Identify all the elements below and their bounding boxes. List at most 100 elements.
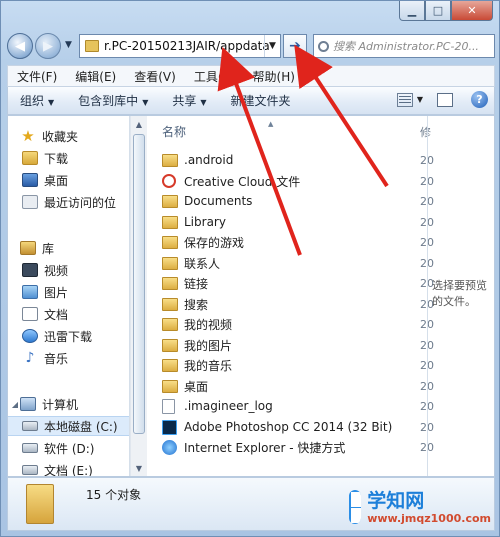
- address-path[interactable]: r.PC-20150213JAIR/appdata: [104, 39, 270, 53]
- file-name: Library: [184, 215, 226, 229]
- videos-icon: [22, 263, 38, 277]
- nav-item-label: 本地磁盘 (C:): [44, 419, 118, 434]
- nav-item-drive-d[interactable]: 软件 (D:): [8, 438, 129, 458]
- list-item[interactable]: 我的音乐: [162, 355, 418, 375]
- nav-item-label: 桌面: [44, 173, 69, 188]
- menu-file[interactable]: 文件(F): [8, 68, 66, 85]
- search-input[interactable]: 搜索 Administrator.PC-20...: [313, 34, 495, 58]
- thunder-icon: [22, 329, 38, 343]
- menu-help[interactable]: 帮助(H): [244, 68, 304, 85]
- list-item[interactable]: Documents: [162, 191, 418, 211]
- desktop-folder-icon: [162, 379, 178, 393]
- contacts-icon: [162, 256, 178, 270]
- file-name: 桌面: [184, 379, 209, 394]
- scrollbar-thumb[interactable]: [133, 134, 145, 434]
- nav-favorites[interactable]: ★ 收藏夹: [8, 126, 129, 146]
- file-name: 我的图片: [184, 338, 233, 353]
- folder-icon: [162, 358, 178, 372]
- share-button[interactable]: 共享 ▼: [160, 92, 218, 109]
- nav-libraries[interactable]: 库: [8, 238, 129, 258]
- menu-bar: 文件(F) 编辑(E) 查看(V) 工具(T) 帮助(H): [7, 65, 495, 87]
- nav-item-label: 下载: [44, 151, 69, 166]
- nav-item-documents[interactable]: 文档: [8, 304, 129, 324]
- new-folder-button[interactable]: 新建文件夹: [219, 92, 303, 109]
- close-button[interactable]: ✕: [451, 1, 493, 21]
- list-item[interactable]: .imagineer_log: [162, 396, 418, 416]
- minimize-button[interactable]: ▁: [399, 1, 425, 21]
- nav-computer-label: 计算机: [42, 397, 79, 412]
- scroll-down-icon[interactable]: ▼: [131, 460, 147, 476]
- item-count: 15 个对象: [86, 488, 142, 502]
- list-item[interactable]: 保存的游戏: [162, 232, 418, 252]
- desktop-icon: [22, 173, 38, 187]
- share-label: 共享: [172, 94, 197, 108]
- nav-item-pictures[interactable]: 图片: [8, 282, 129, 302]
- list-item[interactable]: 我的图片: [162, 335, 418, 355]
- address-dropdown-button[interactable]: ▼: [264, 35, 280, 57]
- go-button[interactable]: ➔: [283, 34, 307, 58]
- recent-places-icon: [22, 195, 38, 209]
- nav-item-desktop[interactable]: 桌面: [8, 170, 129, 190]
- star-icon: ★: [21, 127, 35, 145]
- forward-button[interactable]: ▶: [35, 33, 61, 59]
- list-item[interactable]: .android: [162, 150, 418, 170]
- list-item[interactable]: 联系人: [162, 253, 418, 273]
- maximize-icon: □: [432, 4, 444, 17]
- nav-item-downloads[interactable]: 下载: [8, 148, 129, 168]
- nav-favorites-label: 收藏夹: [42, 129, 79, 144]
- links-icon: [162, 276, 178, 290]
- include-in-library-label: 包含到库中: [78, 94, 139, 108]
- nav-item-drive-e[interactable]: 文档 (E:): [8, 460, 129, 476]
- list-item[interactable]: 链接: [162, 273, 418, 293]
- nav-scrollbar[interactable]: ▲ ▼: [130, 116, 147, 476]
- arrow-right-icon: ▶: [43, 38, 53, 54]
- file-name: Internet Explorer - 快捷方式: [184, 440, 346, 455]
- folder-icon: [162, 317, 178, 331]
- file-name: Documents: [184, 194, 253, 208]
- organize-button[interactable]: 组织 ▼: [8, 92, 66, 109]
- recent-pages-dropdown[interactable]: ▼: [65, 40, 72, 50]
- nav-item-label: 迅雷下载: [44, 329, 93, 344]
- address-row: ◀ ▶ ▼ r.PC-20150213JAIR/appdata ▼ ➔ 搜索 A…: [7, 31, 495, 61]
- menu-view[interactable]: 查看(V): [125, 68, 185, 85]
- address-bar[interactable]: r.PC-20150213JAIR/appdata ▼: [79, 34, 281, 58]
- list-item[interactable]: 桌面: [162, 376, 418, 396]
- view-controls: ▼ ?: [393, 91, 488, 108]
- nav-item-label: 视频: [44, 263, 69, 278]
- menu-edit[interactable]: 编辑(E): [66, 68, 125, 85]
- list-item[interactable]: Internet Explorer - 快捷方式: [162, 437, 418, 457]
- saved-games-icon: [162, 235, 178, 249]
- file-name: Adobe Photoshop CC 2014 (32 Bit): [184, 420, 393, 434]
- help-icon[interactable]: ?: [471, 91, 488, 108]
- back-button[interactable]: ◀: [7, 33, 33, 59]
- nav-item-recent-places[interactable]: 最近访问的位: [8, 192, 129, 212]
- list-item[interactable]: Creative Cloud 文件: [162, 171, 418, 191]
- preview-pane-icon[interactable]: [437, 92, 453, 107]
- command-bar: 组织 ▼ 包含到库中 ▼ 共享 ▼ 新建文件夹 ▼ ?: [7, 87, 495, 115]
- change-view-icon[interactable]: [396, 92, 413, 107]
- maximize-button[interactable]: □: [425, 1, 451, 21]
- list-item[interactable]: Library: [162, 212, 418, 232]
- folder-icon: [26, 484, 54, 524]
- nav-item-videos[interactable]: 视频: [8, 260, 129, 280]
- nav-computer[interactable]: ◢ 计算机: [8, 394, 129, 414]
- file-name: .android: [184, 153, 234, 167]
- pictures-icon: [22, 285, 38, 299]
- hard-drive-icon: [22, 421, 38, 431]
- nav-item-thunder-downloads[interactable]: 迅雷下载: [8, 326, 129, 346]
- nav-item-label: 最近访问的位: [44, 195, 117, 210]
- nav-item-drive-c[interactable]: 本地磁盘 (C:): [8, 416, 129, 436]
- view-options-dropdown[interactable]: ▼: [417, 95, 423, 104]
- list-item[interactable]: 我的视频: [162, 314, 418, 334]
- list-item[interactable]: 搜索: [162, 294, 418, 314]
- expand-icon[interactable]: ◢: [10, 400, 20, 409]
- nav-item-music[interactable]: ♪ 音乐: [8, 348, 129, 368]
- list-item[interactable]: Adobe Photoshop CC 2014 (32 Bit): [162, 417, 418, 437]
- window-controls: ▁ □ ✕: [399, 1, 493, 21]
- file-name: Creative Cloud 文件: [184, 174, 301, 189]
- hard-drive-icon: [22, 465, 38, 475]
- include-in-library-button[interactable]: 包含到库中 ▼: [66, 92, 160, 109]
- column-header-name[interactable]: ▲ 名称: [148, 120, 418, 142]
- menu-tools[interactable]: 工具(T): [185, 68, 244, 85]
- scroll-up-icon[interactable]: ▲: [131, 116, 147, 132]
